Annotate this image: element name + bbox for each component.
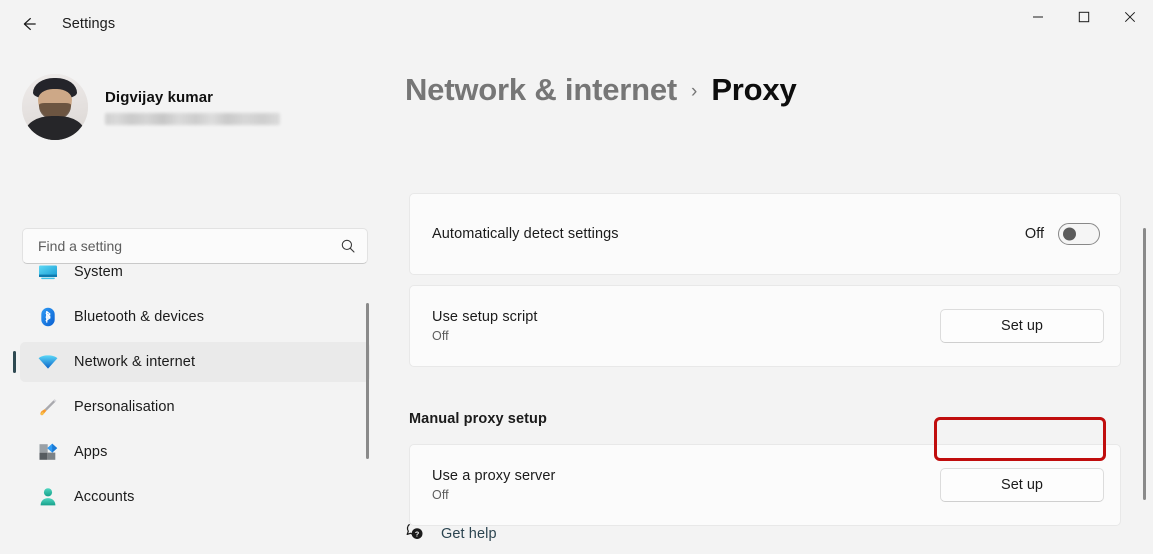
sidebar-item-label: Apps: [74, 444, 108, 460]
use-a-proxy-server-status: Off: [432, 488, 449, 502]
window-title: Settings: [62, 16, 116, 32]
use-a-proxy-server-card: Use a proxy server Off Set up: [409, 444, 1121, 526]
automatically-detect-settings-toggle[interactable]: [1058, 223, 1100, 245]
sidebar-item-label: Bluetooth & devices: [74, 309, 205, 325]
apps-grid-icon: [30, 441, 66, 463]
main-content: Network & internet › Proxy Automatically…: [388, 48, 1153, 554]
manual-proxy-setup-heading: Manual proxy setup: [409, 411, 547, 427]
get-help-link[interactable]: ? Get help: [404, 517, 497, 551]
close-button[interactable]: [1107, 0, 1153, 38]
back-arrow-icon: [19, 14, 39, 34]
account-email-redacted: [105, 113, 280, 125]
use-setup-script-set-up-button[interactable]: Set up: [940, 309, 1104, 343]
maximize-icon: [1078, 10, 1090, 28]
sidebar-item-system[interactable]: System: [20, 252, 370, 292]
use-setup-script-label: Use setup script: [432, 309, 538, 325]
minimize-icon: [1032, 10, 1044, 28]
sidebar-item-label: Personalisation: [74, 399, 175, 415]
breadcrumb-chevron-icon: ›: [691, 81, 698, 102]
monitor-icon: [30, 261, 66, 283]
get-help-label: Get help: [441, 526, 497, 542]
back-button[interactable]: [12, 8, 46, 40]
account-name: Digvijay kumar: [105, 89, 214, 106]
sidebar-item-personalisation[interactable]: Personalisation: [20, 387, 370, 427]
help-bubble-icon: ?: [404, 521, 426, 548]
automatically-detect-settings-state: Off: [1024, 226, 1044, 242]
window-controls: [1015, 0, 1153, 38]
paintbrush-icon: [30, 396, 66, 418]
toggle-knob: [1063, 227, 1076, 241]
breadcrumb-parent-link[interactable]: Network & internet: [405, 72, 677, 108]
close-icon: [1124, 10, 1136, 28]
main-scrollbar-thumb[interactable]: [1143, 228, 1146, 500]
minimize-button[interactable]: [1015, 0, 1061, 38]
maximize-button[interactable]: [1061, 0, 1107, 38]
sidebar-nav: System Bluetooth & devices Network & int…: [10, 247, 378, 547]
use-a-proxy-server-set-up-button[interactable]: Set up: [940, 468, 1104, 502]
automatically-detect-settings-label: Automatically detect settings: [432, 226, 619, 242]
account-tile[interactable]: Digvijay kumar: [22, 69, 352, 145]
sidebar-item-network-internet[interactable]: Network & internet: [13, 342, 370, 382]
use-setup-script-status: Off: [432, 329, 449, 343]
sidebar-item-accounts[interactable]: Accounts: [20, 477, 370, 517]
breadcrumb: Network & internet › Proxy: [405, 72, 797, 108]
avatar: [22, 74, 88, 140]
sidebar: Digvijay kumar Find a setting System Blu…: [0, 48, 388, 554]
use-setup-script-card: Use setup script Off Set up: [409, 285, 1121, 367]
person-icon: [30, 486, 66, 508]
sidebar-item-label: Accounts: [74, 489, 135, 505]
sidebar-scrollbar-thumb[interactable]: [366, 303, 369, 459]
automatically-detect-settings-card: Automatically detect settings Off: [409, 193, 1121, 275]
page-title: Proxy: [711, 72, 797, 107]
svg-text:?: ?: [415, 529, 419, 538]
wifi-icon: [30, 351, 66, 373]
title-bar: Settings: [0, 0, 1153, 48]
sidebar-item-label: System: [74, 264, 123, 280]
use-a-proxy-server-label: Use a proxy server: [432, 468, 556, 484]
settings-window: Settings Digvijay kumar Find a setting S…: [0, 0, 1153, 554]
sidebar-item-apps[interactable]: Apps: [20, 432, 370, 472]
sidebar-item-bluetooth-devices[interactable]: Bluetooth & devices: [20, 297, 370, 337]
sidebar-item-label: Network & internet: [74, 354, 196, 370]
bluetooth-icon: [30, 306, 66, 328]
